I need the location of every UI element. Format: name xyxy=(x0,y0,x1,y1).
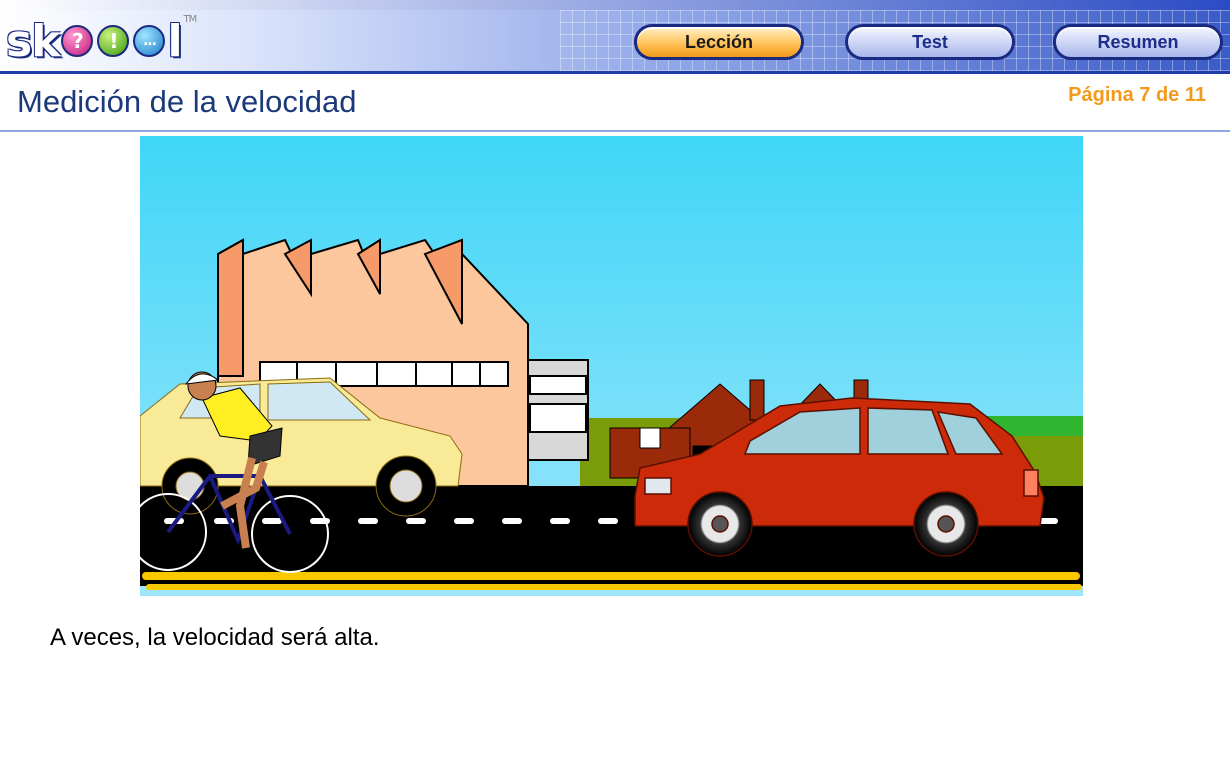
test-button[interactable]: Test xyxy=(845,24,1015,60)
logo-dots-ball-icon: ... xyxy=(133,25,166,57)
leccion-button[interactable]: Lección xyxy=(634,24,804,60)
logo-exclamation-ball-icon: ! xyxy=(97,25,130,57)
logo-tail: l xyxy=(167,15,182,67)
logo-trademark: TM xyxy=(183,14,198,25)
top-bar: sk ? ! ... l TM Lección Test Resumen xyxy=(0,0,1230,74)
page-indicator: Página 7 de 11 xyxy=(1068,84,1206,106)
logo-question-ball-icon: ? xyxy=(61,25,94,57)
resumen-button[interactable]: Resumen xyxy=(1053,24,1223,60)
page-title: Medición de la velocidad xyxy=(17,84,357,119)
title-divider xyxy=(0,130,1230,132)
skool-logo: sk ? ! ... l TM xyxy=(6,14,198,68)
logo-text: sk xyxy=(6,15,60,67)
lesson-caption: A veces, la velocidad será alta. xyxy=(50,624,380,651)
lesson-illustration xyxy=(140,136,1083,596)
